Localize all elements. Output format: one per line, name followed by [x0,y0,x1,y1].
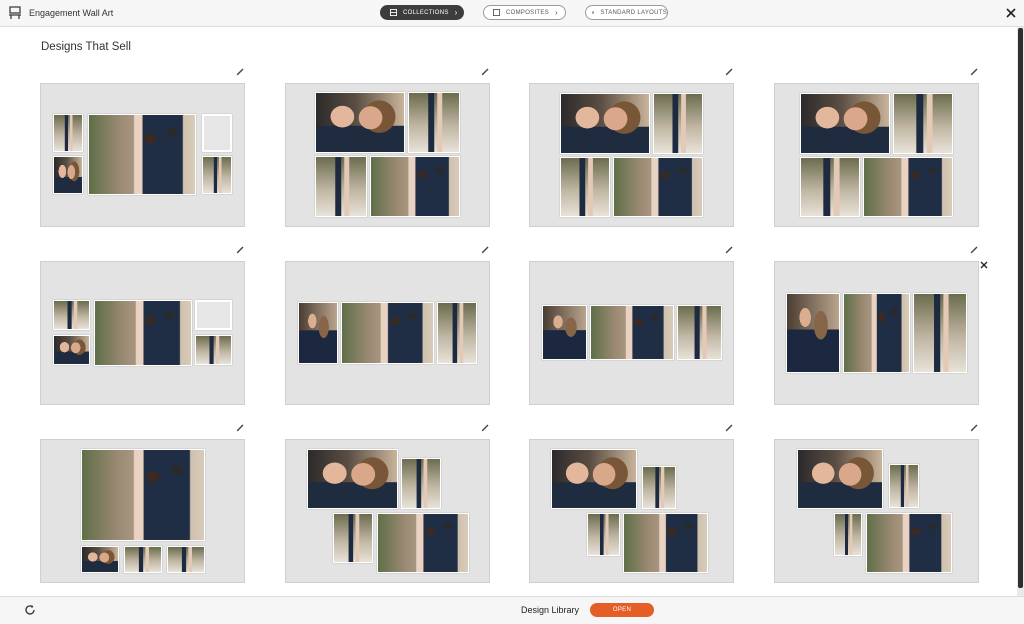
photo-slot [195,335,232,365]
pencil-icon[interactable] [725,423,734,432]
photo-slot [81,546,119,573]
scrollbar-thumb[interactable] [1018,28,1023,588]
standard-layouts-label: STANDARD LAYOUTS [600,9,667,16]
app-title: Engagement Wall Art [29,8,114,18]
design-card-10[interactable] [285,439,490,583]
pencil-icon[interactable] [481,67,490,76]
photo-slot [623,513,708,573]
photo-slot [797,449,883,509]
photo-slot [408,92,460,153]
photo-slot [613,157,703,217]
photo-slot [94,300,192,366]
composites-icon [493,9,500,16]
grid-icon [592,11,595,14]
photo-slot [53,335,90,365]
collections-icon [390,9,397,16]
design-card-6[interactable] [285,261,490,405]
pencil-icon[interactable] [481,423,490,432]
photo-slot [642,466,676,509]
design-card-7[interactable] [529,261,734,405]
collections-label: COLLECTIONS [403,9,449,16]
photo-slot [590,305,674,360]
design-card-1[interactable] [40,83,245,227]
close-icon[interactable] [1004,6,1018,20]
photo-slot [370,156,460,217]
photo-slot [843,293,910,373]
chevron-right-icon: › [454,7,458,17]
photo-slot [401,458,441,509]
photo-slot [551,449,637,509]
design-library-label: Design Library [521,605,580,615]
composites-tab[interactable]: COMPOSITES › [483,5,566,20]
pencil-icon[interactable] [970,245,979,254]
collections-tab[interactable]: COLLECTIONS › [380,5,464,20]
photo-slot [377,513,469,573]
pencil-icon[interactable] [970,423,979,432]
photo-slot [834,513,862,556]
wall-art-icon [9,6,21,19]
photo-slot [167,546,205,573]
composites-label: COMPOSITES [506,9,550,16]
photo-slot [53,114,83,152]
photo-slot [307,449,398,509]
standard-layouts-tab[interactable]: STANDARD LAYOUTS [585,5,668,20]
close-icon[interactable] [979,260,989,270]
design-card-5[interactable] [40,261,245,405]
bottom-bar [0,596,1024,624]
photo-slot [81,449,205,541]
pencil-icon[interactable] [236,423,245,432]
photo-slot [653,93,703,154]
design-card-12[interactable] [774,439,979,583]
photo-slot [893,93,953,154]
design-card-11[interactable] [529,439,734,583]
photo-slot [800,93,890,154]
photo-slot [315,92,405,153]
pencil-icon[interactable] [970,67,979,76]
open-button[interactable]: OPEN [590,603,654,617]
section-title: Designs That Sell [41,41,131,53]
design-card-8[interactable] [774,261,979,405]
photo-slot [889,464,919,508]
photo-slot [800,157,860,217]
photo-slot [866,513,952,573]
photo-slot [437,302,477,364]
photo-slot [202,156,232,194]
design-card-4[interactable] [774,83,979,227]
empty-photo-slot [195,300,232,330]
pencil-icon[interactable] [725,245,734,254]
photo-slot [53,300,90,330]
pencil-icon[interactable] [481,245,490,254]
photo-slot [333,513,373,563]
photo-slot [587,513,620,556]
refresh-icon[interactable] [24,604,36,616]
photo-slot [863,157,953,217]
design-card-2[interactable] [285,83,490,227]
design-card-3[interactable] [529,83,734,227]
photo-slot [786,293,840,373]
design-card-9[interactable] [40,439,245,583]
photo-slot [560,93,650,154]
photo-slot [124,546,162,573]
photo-slot [88,114,196,195]
chevron-right-icon: › [555,7,558,17]
photo-slot [677,305,722,360]
pencil-icon[interactable] [236,67,245,76]
photo-slot [341,302,434,364]
pencil-icon[interactable] [236,245,245,254]
photo-slot [53,156,83,194]
empty-photo-slot [202,114,232,152]
photo-slot [298,302,338,364]
photo-slot [560,157,610,217]
photo-slot [315,156,367,217]
photo-slot [542,305,587,360]
pencil-icon[interactable] [725,67,734,76]
photo-slot [913,293,967,373]
